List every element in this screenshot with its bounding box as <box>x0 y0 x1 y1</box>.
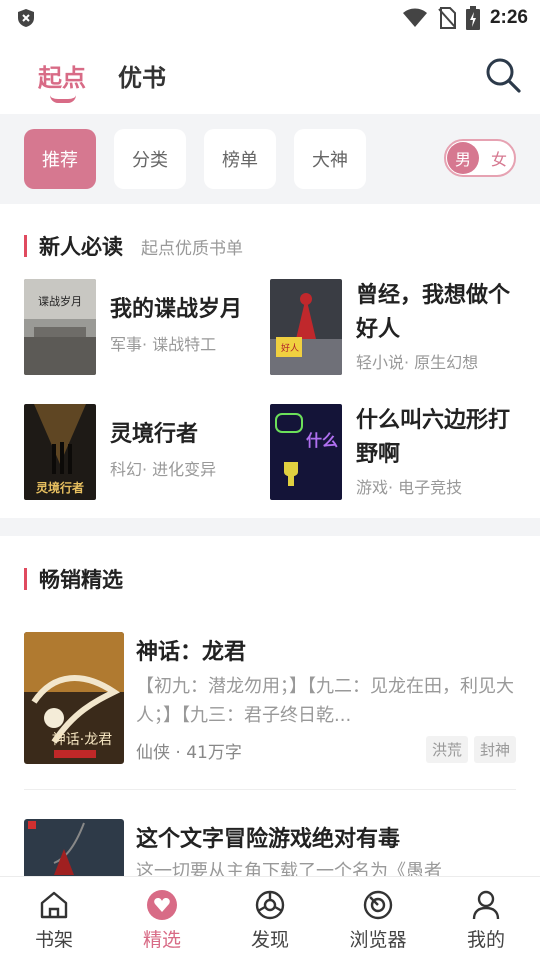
book-cover: 谍战岁月 <box>24 279 96 375</box>
book-card[interactable]: 谍战岁月 我的谍战岁月 军事· 谍战特工 <box>24 279 264 379</box>
nav-bookshelf[interactable]: 书架 <box>0 877 108 960</box>
section-header-new-reader: 新人必读 起点优质书单 <box>24 232 243 260</box>
svg-text:什么: 什么 <box>306 431 338 450</box>
top-bar: 起点 优书 <box>0 36 540 114</box>
svg-text:神话·龙君: 神话·龙君 <box>52 732 112 748</box>
svg-text:好人: 好人 <box>281 342 299 354</box>
section-bar <box>24 235 27 257</box>
nav-profile[interactable]: 我的 <box>432 877 540 960</box>
section-title: 新人必读 <box>39 234 123 259</box>
section-subtitle[interactable]: 起点优质书单 <box>141 234 243 259</box>
status-time: 2:26 <box>489 7 528 28</box>
book-title: 灵境行者 <box>110 422 199 447</box>
svg-text:灵境行者: 灵境行者 <box>36 480 84 495</box>
shield-icon <box>18 9 34 27</box>
profile-icon <box>472 890 500 920</box>
filter-bar: 推荐 分类 榜单 大神 男 女 <box>0 114 540 204</box>
item-divider <box>24 789 516 790</box>
browser-icon <box>363 890 393 920</box>
bestseller-item[interactable]: 这个文字冒险游戏绝对有毒 这一切要从主角下载了一个名为《愚者 <box>24 819 516 876</box>
gender-toggle[interactable]: 男 女 <box>444 139 516 177</box>
svg-text:谍战岁月: 谍战岁月 <box>38 294 82 308</box>
tab-youshu[interactable]: 优书 <box>118 58 166 93</box>
book-title: 曾经，我想做个好人 <box>356 283 511 342</box>
tab-active-indicator <box>50 95 76 103</box>
book-cover: 灵境行者 <box>24 404 96 500</box>
section-bar <box>24 568 27 590</box>
book-tag: 轻小说· 原生幻想 <box>356 353 479 372</box>
book-title: 我的谍战岁月 <box>110 297 243 322</box>
nav-browser[interactable]: 浏览器 <box>324 877 432 960</box>
nav-label: 我的 <box>466 929 505 951</box>
book-tag: 科幻· 进化变异 <box>110 460 217 479</box>
book-card[interactable]: 什么 什么叫六边形打野啊 游戏· 电子竞技 <box>270 404 510 504</box>
nav-featured[interactable]: 精选 <box>108 877 216 960</box>
filter-master[interactable]: 大神 <box>294 129 366 189</box>
book-meta: 仙侠 · 41万字 <box>136 743 242 763</box>
bestseller-item[interactable]: 神话·龙君 神话：龙君 【初九：潜龙勿用；】【九二：见龙在田，利见大人；】【九三… <box>24 632 516 766</box>
nav-label: 发现 <box>250 929 289 951</box>
status-bar: 2:26 <box>0 0 540 36</box>
wifi-icon <box>402 8 427 27</box>
book-tag: 游戏· 电子竞技 <box>356 478 463 497</box>
bookshelf-icon <box>40 891 68 919</box>
book-card[interactable]: 灵境行者 灵境行者 科幻· 进化变异 <box>24 404 264 504</box>
book-cover <box>24 819 124 876</box>
section-divider <box>0 518 540 536</box>
filter-ranking[interactable]: 榜单 <box>204 129 276 189</box>
nav-label: 精选 <box>142 929 181 951</box>
book-tag: 军事· 谍战特工 <box>110 335 217 354</box>
section-title: 畅销精选 <box>39 567 123 592</box>
book-tag[interactable]: 洪荒 <box>425 736 468 763</box>
book-tag[interactable]: 封神 <box>473 736 516 763</box>
no-sim-icon <box>438 7 456 29</box>
book-cover: 什么 <box>270 404 342 500</box>
book-tags: 洪荒 封神 <box>425 736 516 763</box>
gender-male[interactable]: 男 <box>447 142 479 174</box>
nav-label: 书架 <box>34 929 73 951</box>
nav-discover[interactable]: 发现 <box>216 877 324 960</box>
nav-label: 浏览器 <box>349 929 407 951</box>
section-header-bestsellers: 畅销精选 <box>24 565 123 593</box>
discover-icon <box>255 890 285 920</box>
gender-female[interactable]: 女 <box>484 142 514 174</box>
battery-icon <box>465 6 480 30</box>
book-description: 【初九：潜龙勿用；】【九二：见龙在田，利见大人；】【九三：君子终日乾... <box>136 676 514 726</box>
filter-recommend[interactable]: 推荐 <box>24 129 96 189</box>
book-title: 什么叫六边形打野啊 <box>356 408 511 467</box>
filter-category[interactable]: 分类 <box>114 129 186 189</box>
book-title: 这个文字冒险游戏绝对有毒 <box>136 827 401 852</box>
book-card[interactable]: 好人 曾经，我想做个好人 轻小说· 原生幻想 <box>270 279 510 379</box>
bottom-nav: 书架 精选 发现 浏览器 我的 <box>0 876 540 960</box>
book-description: 这一切要从主角下载了一个名为《愚者 <box>136 861 442 876</box>
featured-icon <box>147 890 177 920</box>
book-title: 神话：龙君 <box>136 640 247 665</box>
tab-qidian[interactable]: 起点 <box>38 58 86 93</box>
book-cover: 好人 <box>270 279 342 375</box>
search-icon[interactable] <box>484 56 522 94</box>
book-cover: 神话·龙君 <box>24 632 124 764</box>
